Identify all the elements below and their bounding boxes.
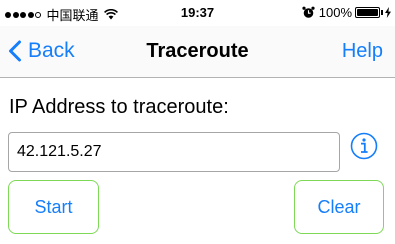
ip-address-input[interactable] [8, 132, 340, 172]
status-right: 100% [302, 5, 391, 20]
info-icon[interactable] [349, 131, 379, 161]
ip-address-label: IP Address to traceroute: [9, 96, 229, 118]
charging-bolt-icon [385, 7, 391, 18]
help-button[interactable]: Help [342, 40, 383, 63]
battery-percent: 100% [318, 5, 352, 20]
start-button[interactable]: Start [8, 180, 99, 234]
alarm-clock-icon [302, 6, 315, 18]
page-title: Traceroute [146, 40, 249, 62]
battery-icon [355, 7, 380, 18]
navigation-bar: Back Traceroute Help [0, 26, 395, 78]
status-bar: 中国联通 19:37 100% [0, 0, 395, 24]
clear-button[interactable]: Clear [294, 180, 384, 234]
